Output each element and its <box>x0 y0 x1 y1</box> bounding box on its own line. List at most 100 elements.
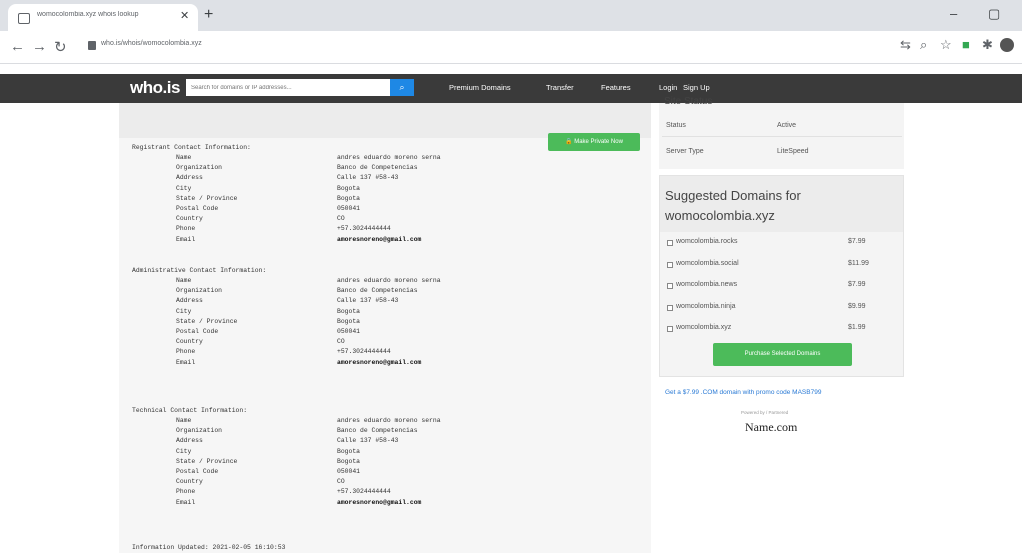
field-value: Bogota <box>337 457 361 465</box>
field-label: Address <box>176 297 203 305</box>
make-private-label: Make Private Now <box>574 139 623 145</box>
status-value: Active <box>777 122 797 129</box>
field-value: 050041 <box>337 205 361 212</box>
url-text[interactable]: who.is/whois/womocolombia.xyz <box>101 40 202 47</box>
field-label: Country <box>176 215 203 223</box>
field-label: Organization <box>176 164 223 172</box>
server-type-label: Server Type <box>666 148 704 155</box>
field-label: Country <box>176 478 203 486</box>
suggested-domain-price: $11.99 <box>848 259 869 267</box>
field-label: Phone <box>176 348 196 356</box>
site-logo[interactable]: who.is <box>130 78 180 98</box>
nav-signup[interactable]: Sign Up <box>683 83 710 92</box>
field-label: Email <box>176 498 196 506</box>
maximize-icon[interactable]: ▢ <box>988 6 1000 22</box>
field-label: Postal Code <box>176 328 219 335</box>
profile-avatar[interactable] <box>1000 38 1014 52</box>
domain-checkbox[interactable] <box>667 304 673 311</box>
make-private-button[interactable]: 🔒 Make Private Now <box>548 133 640 151</box>
domain-checkbox[interactable] <box>667 326 673 332</box>
field-value: 050041 <box>337 328 361 335</box>
domain-checkbox[interactable] <box>667 261 673 268</box>
forward-icon[interactable]: → <box>32 38 47 55</box>
field-label: State / Province <box>176 457 238 465</box>
minimize-icon[interactable]: – <box>950 6 957 21</box>
field-label: Email <box>176 235 196 243</box>
translate-icon[interactable]: ⇆ <box>900 37 911 53</box>
field-label: Email <box>176 358 196 366</box>
field-label: State / Province <box>176 194 238 202</box>
suggested-domain-name[interactable]: womcolombia.social <box>676 260 739 267</box>
field-label: City <box>176 447 192 455</box>
field-value: Bogota <box>337 184 361 192</box>
field-label: City <box>176 184 192 192</box>
divider <box>662 136 902 137</box>
field-value: Bogota <box>337 194 361 202</box>
section-heading: Registrant Contact Information: <box>132 144 251 151</box>
field-value: andres eduardo moreno serna <box>337 277 441 284</box>
suggested-domain-name[interactable]: womcolombia.rocks <box>676 238 737 245</box>
field-label: Phone <box>176 488 196 496</box>
section-heading: Administrative Contact Information: <box>132 267 267 274</box>
section-heading: Technical Contact Information: <box>132 407 248 414</box>
field-label: Name <box>176 277 192 284</box>
field-label: Phone <box>176 225 196 233</box>
updated-timestamp: Information Updated: 2021-02-05 16:10:53 <box>132 544 286 551</box>
field-label: Postal Code <box>176 205 219 212</box>
nav-features[interactable]: Features <box>601 83 631 92</box>
suggested-domain-price: $1.99 <box>848 324 866 331</box>
field-value: amoresnoreno@gmail.com <box>337 498 422 506</box>
field-value: Calle 137 #58-43 <box>337 297 399 305</box>
field-label: State / Province <box>176 317 238 325</box>
search-icon: ⌕ <box>399 82 405 92</box>
extension-icon[interactable]: ■ <box>962 37 970 52</box>
address-bar[interactable] <box>78 38 978 57</box>
suggested-domain-name[interactable]: womcolombia.news <box>676 281 737 288</box>
field-value: 050041 <box>337 468 361 475</box>
suggested-title: Suggested Domains for womocolombia.xyz <box>665 188 801 223</box>
status-label: Status <box>666 122 686 129</box>
field-value: Banco de Competencias <box>337 427 418 435</box>
extensions-puzzle-icon[interactable]: ✱ <box>982 37 993 53</box>
suggested-domain-price: $7.99 <box>848 281 866 288</box>
field-value: Bogota <box>337 317 361 325</box>
site-status-heading: Site Status <box>664 96 713 107</box>
new-tab-icon[interactable]: + <box>204 6 213 24</box>
field-label: Country <box>176 338 203 346</box>
field-value: CO <box>337 215 345 223</box>
field-value: amoresnoreno@gmail.com <box>337 235 422 243</box>
field-value: Bogota <box>337 307 361 315</box>
field-label: Address <box>176 174 203 182</box>
field-value: CO <box>337 338 345 346</box>
domain-checkbox[interactable] <box>667 240 673 246</box>
field-value: Banco de Competencias <box>337 287 418 295</box>
field-value: Calle 137 #58-43 <box>337 174 399 182</box>
reload-icon[interactable]: ↻ <box>54 38 67 56</box>
field-label: Name <box>176 417 192 424</box>
purchase-button[interactable]: Purchase Selected Domains <box>713 343 852 366</box>
field-value: andres eduardo moreno serna <box>337 154 441 161</box>
nav-login[interactable]: Login <box>659 83 677 92</box>
field-label: Organization <box>176 287 223 295</box>
search-button[interactable]: ⌕ <box>390 79 414 96</box>
back-icon[interactable]: ← <box>10 38 25 55</box>
field-label: Organization <box>176 427 223 435</box>
suggested-domain-name[interactable]: womcolombia.ninja <box>676 303 736 310</box>
search-input[interactable] <box>186 79 390 96</box>
field-value: +57.3024444444 <box>337 225 391 233</box>
nav-premium-domains[interactable]: Premium Domains <box>449 83 511 92</box>
suggested-domain-name[interactable]: womcolombia.xyz <box>676 324 731 331</box>
field-value: +57.3024444444 <box>337 488 391 496</box>
server-type-value: LiteSpeed <box>777 148 809 155</box>
field-value: Banco de Competencias <box>337 164 418 172</box>
domain-checkbox[interactable] <box>667 283 673 289</box>
bookmark-star-icon[interactable]: ☆ <box>940 37 952 53</box>
close-tab-icon[interactable]: ✕ <box>180 9 189 22</box>
lock-icon: 🔒 <box>565 139 575 145</box>
field-value: Bogota <box>337 447 361 455</box>
field-value: andres eduardo moreno serna <box>337 417 441 424</box>
namecom-logo[interactable]: Name.com <box>745 420 797 435</box>
promo-link[interactable]: Get a $7.99 .COM domain with promo code … <box>665 389 821 396</box>
nav-transfer[interactable]: Transfer <box>546 83 574 92</box>
zoom-icon[interactable]: ⌕ <box>920 37 927 53</box>
